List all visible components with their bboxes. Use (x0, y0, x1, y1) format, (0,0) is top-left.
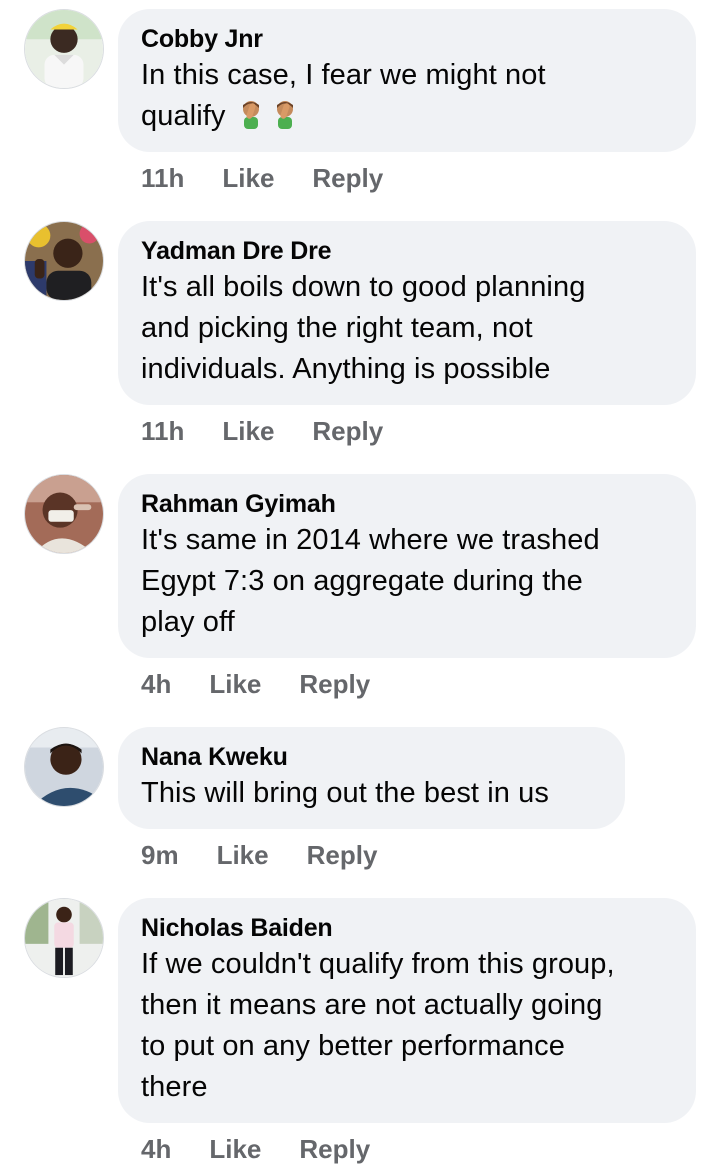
comment-bubble: Nana Kweku This will bring out the best … (118, 727, 625, 829)
man-facepalming-emoji (242, 101, 259, 129)
comment-text: This will bring out the best in us (141, 777, 549, 809)
avatar-photo (25, 728, 103, 806)
comment-timestamp[interactable]: 11h (141, 163, 184, 194)
like-button[interactable]: Like (222, 416, 274, 447)
reply-button[interactable]: Reply (299, 1134, 370, 1165)
comment-author[interactable]: Cobby Jnr (141, 23, 672, 55)
avatar[interactable] (24, 727, 104, 807)
avatar-photo (25, 475, 103, 553)
avatar[interactable] (24, 9, 104, 89)
avatar-photo (25, 222, 103, 300)
man-facepalming-emoji (276, 101, 293, 129)
comment-text: In this case, I fear we might not qualif… (141, 59, 546, 132)
comment-text: It's all boils down to good planning and… (141, 271, 586, 385)
avatar[interactable] (24, 474, 104, 554)
comment-timestamp[interactable]: 11h (141, 416, 184, 447)
comment-author[interactable]: Rahman Gyimah (141, 488, 672, 520)
comment-author[interactable]: Nana Kweku (141, 741, 601, 773)
comment-actions: 9m Like Reply (141, 840, 377, 871)
like-button[interactable]: Like (217, 840, 269, 871)
comment-timestamp[interactable]: 9m (141, 840, 179, 871)
avatar[interactable] (24, 898, 104, 978)
comment-bubble: Nicholas Baiden If we couldn't qualify f… (118, 898, 696, 1123)
comment-actions: 4h Like Reply (141, 1134, 370, 1165)
avatar-photo (25, 899, 103, 977)
avatar[interactable] (24, 221, 104, 301)
like-button[interactable]: Like (222, 163, 274, 194)
comment-bubble: Cobby Jnr In this case, I fear we might … (118, 9, 696, 152)
comment-author[interactable]: Nicholas Baiden (141, 912, 672, 944)
like-button[interactable]: Like (209, 669, 261, 700)
reply-button[interactable]: Reply (312, 163, 383, 194)
reply-button[interactable]: Reply (307, 840, 378, 871)
comment-bubble: Rahman Gyimah It's same in 2014 where we… (118, 474, 696, 658)
reply-button[interactable]: Reply (312, 416, 383, 447)
comment-actions: 11h Like Reply (141, 416, 383, 447)
comment-actions: 4h Like Reply (141, 669, 370, 700)
comment-timestamp[interactable]: 4h (141, 1134, 171, 1165)
comment-text: It's same in 2014 where we trashed Egypt… (141, 524, 600, 638)
comment-author[interactable]: Yadman Dre Dre (141, 235, 672, 267)
like-button[interactable]: Like (209, 1134, 261, 1165)
avatar-photo (25, 10, 103, 88)
comment-text: If we couldn't qualify from this group, … (141, 948, 615, 1103)
comment-bubble: Yadman Dre Dre It's all boils down to go… (118, 221, 696, 405)
reply-button[interactable]: Reply (299, 669, 370, 700)
comment-actions: 11h Like Reply (141, 163, 383, 194)
comment-timestamp[interactable]: 4h (141, 669, 171, 700)
